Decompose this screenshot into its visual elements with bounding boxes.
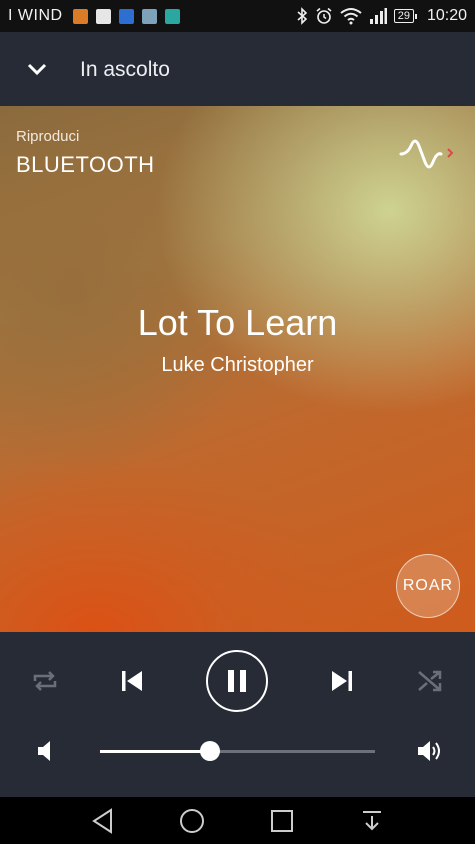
app-header: In ascolto — [0, 32, 475, 106]
skip-previous-icon — [122, 671, 142, 691]
bluetooth-icon — [297, 7, 307, 25]
playback-controls — [0, 632, 475, 797]
notifications-pulldown-icon[interactable] — [358, 807, 386, 835]
source-label: Riproduci — [16, 128, 80, 145]
home-icon[interactable] — [178, 807, 206, 835]
alarm-icon — [316, 7, 332, 24]
previous-button[interactable] — [116, 666, 148, 696]
volume-high-icon[interactable] — [416, 738, 444, 764]
volume-slider-fill — [100, 750, 210, 753]
page-title: In ascolto — [80, 58, 170, 81]
carrier-label: I WIND — [8, 7, 63, 24]
wifi-icon — [340, 8, 362, 25]
source-name[interactable]: BLUETOOTH — [16, 152, 155, 178]
skip-next-icon — [332, 671, 352, 691]
cast-icon — [164, 8, 180, 24]
volume-slider-thumb[interactable] — [200, 741, 220, 761]
message-icon — [72, 8, 88, 24]
song-title: Lot To Learn — [137, 302, 338, 343]
system-navigation-bar — [0, 797, 475, 844]
repeat-icon — [33, 671, 57, 691]
shuffle-icon — [418, 670, 442, 692]
shuffle-button[interactable] — [413, 666, 447, 696]
repeat-button[interactable] — [28, 666, 62, 696]
volume-slider[interactable] — [100, 741, 375, 761]
sound-wave-icon[interactable] — [399, 132, 455, 172]
chevron-down-icon[interactable] — [24, 58, 50, 78]
clock: 10:20 — [426, 7, 467, 24]
notification-icons — [72, 8, 180, 24]
gallery-icon — [141, 8, 157, 24]
status-bar: I WIND 29 10:20 — [0, 0, 475, 32]
document-icon — [95, 8, 111, 24]
artist-name: Luke Christopher — [161, 354, 314, 376]
now-playing-artwork: Riproduci BLUETOOTH Lot To Learn Luke Ch… — [0, 106, 475, 632]
calendar-icon — [118, 8, 134, 24]
system-status-icons: 29 10:20 — [296, 0, 467, 32]
next-button[interactable] — [326, 666, 358, 696]
play-pause-button[interactable] — [206, 650, 268, 712]
pause-icon — [228, 670, 246, 692]
back-icon[interactable] — [89, 807, 117, 835]
recents-icon[interactable] — [268, 807, 296, 835]
volume-low-icon[interactable] — [36, 740, 56, 762]
roar-button[interactable]: ROAR — [396, 554, 460, 618]
signal-icon — [369, 8, 387, 24]
battery-icon: 29 — [393, 9, 418, 23]
